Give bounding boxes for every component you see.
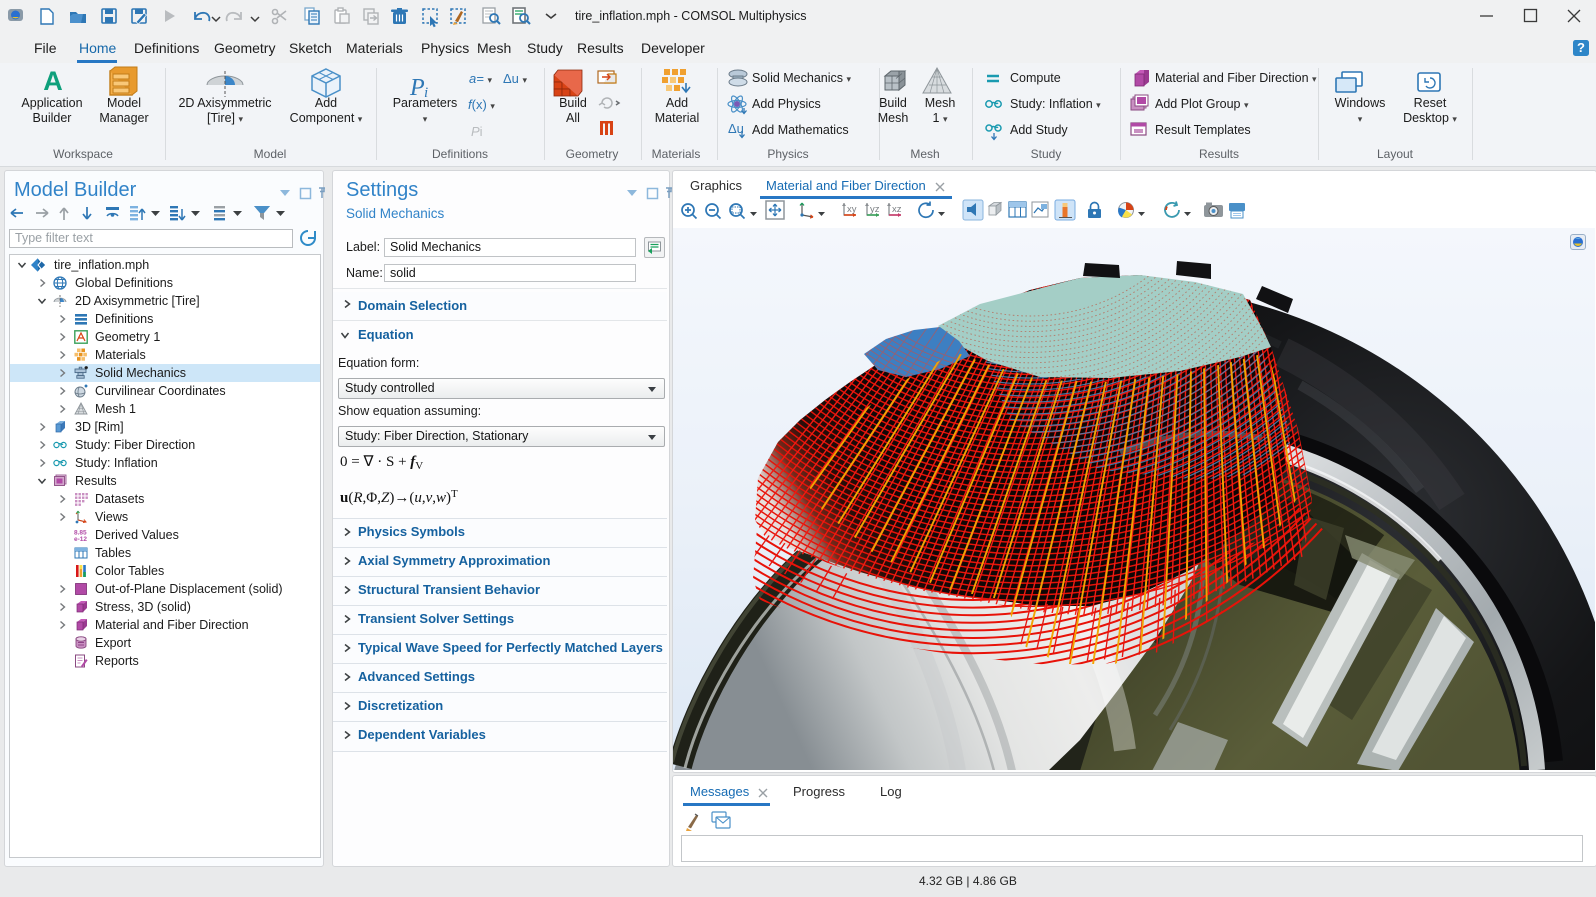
svg-text:xy: xy: [847, 204, 857, 215]
svg-text:P: P: [409, 75, 425, 101]
svg-text:xz: xz: [892, 204, 902, 215]
svg-text:e-12: e-12: [74, 536, 87, 542]
svg-text:yz: yz: [870, 204, 880, 215]
svg-text:i: i: [424, 85, 428, 101]
